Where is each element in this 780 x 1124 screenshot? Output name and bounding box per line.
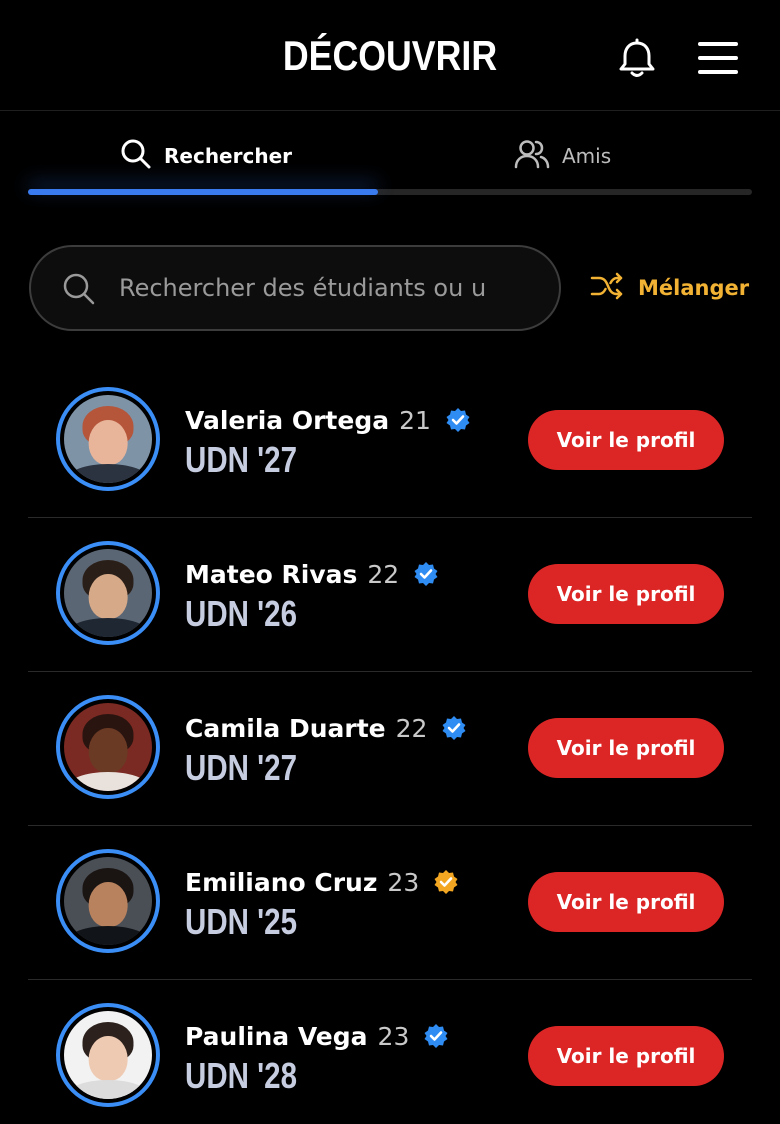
student-name: Mateo Rivas [185, 559, 358, 589]
shuffle-icon [590, 271, 624, 306]
users-icon [514, 138, 550, 175]
tab-active-indicator [28, 189, 378, 195]
student-school: UDN '27 [185, 747, 298, 788]
student-list: Valeria Ortega 21 UDN '27 Voir le profil… [28, 364, 752, 1124]
student-row: Emiliano Cruz 23 UDN '25 Voir le profil [28, 826, 752, 980]
discover-screen: DÉCOUVRIR Rechercher Amis Rechercher des… [0, 0, 780, 1124]
view-profile-button[interactable]: Voir le profil [528, 1026, 724, 1086]
student-age: 23 [387, 867, 420, 897]
verified-badge-icon [441, 715, 467, 741]
verified-badge-icon [445, 407, 471, 433]
search-field[interactable] [29, 245, 561, 331]
student-row: Valeria Ortega 21 UDN '27 Voir le profil [28, 364, 752, 518]
shuffle-button[interactable]: Mélanger [590, 268, 749, 308]
avatar-photo [64, 703, 152, 791]
avatar-photo [64, 1011, 152, 1099]
student-row: Camila Duarte 22 UDN '27 Voir le profil [28, 672, 752, 826]
avatar[interactable] [56, 849, 160, 953]
tab-label: Rechercher [164, 144, 293, 168]
student-age: 21 [399, 405, 431, 435]
avatar[interactable] [56, 1003, 160, 1107]
tab-search[interactable]: Rechercher [120, 134, 292, 178]
student-name: Paulina Vega [185, 1021, 368, 1051]
student-school: UDN '25 [185, 901, 298, 942]
student-school: UDN '28 [185, 1055, 298, 1096]
student-row: Mateo Rivas 22 UDN '26 Voir le profil [28, 518, 752, 672]
view-profile-button[interactable]: Voir le profil [528, 718, 724, 778]
student-age: 23 [377, 1021, 410, 1051]
student-name: Valeria Ortega [185, 405, 390, 435]
student-name: Camila Duarte [185, 713, 386, 743]
student-age: 22 [395, 713, 428, 743]
student-school: UDN '26 [185, 593, 298, 634]
search-icon [120, 138, 152, 175]
student-name-line: Valeria Ortega 21 [185, 403, 471, 437]
avatar[interactable] [56, 541, 160, 645]
student-row: Paulina Vega 23 UDN '28 Voir le profil [28, 980, 752, 1124]
tab-friends[interactable]: Amis [514, 134, 611, 178]
student-name: Emiliano Cruz [185, 867, 378, 897]
avatar-photo [64, 857, 152, 945]
search-input[interactable] [119, 265, 529, 311]
verified-badge-icon [413, 561, 439, 587]
avatar[interactable] [56, 695, 160, 799]
student-school: UDN '27 [185, 439, 298, 480]
student-age: 22 [367, 559, 400, 589]
view-profile-button[interactable]: Voir le profil [528, 872, 724, 932]
student-name-line: Camila Duarte 22 [185, 711, 467, 745]
avatar-photo [64, 395, 152, 483]
avatar-photo [64, 549, 152, 637]
tab-label: Amis [562, 144, 612, 168]
top-bar: DÉCOUVRIR [0, 0, 780, 111]
student-name-line: Paulina Vega 23 [185, 1019, 449, 1053]
view-profile-button[interactable]: Voir le profil [528, 410, 724, 470]
student-name-line: Emiliano Cruz 23 [185, 865, 459, 899]
verified-badge-icon [423, 1023, 449, 1049]
avatar[interactable] [56, 387, 160, 491]
bell-icon[interactable] [617, 38, 657, 80]
verified-badge-icon [433, 869, 459, 895]
hamburger-menu-icon[interactable] [698, 40, 740, 76]
student-name-line: Mateo Rivas 22 [185, 557, 439, 591]
view-profile-button[interactable]: Voir le profil [528, 564, 724, 624]
shuffle-label: Mélanger [638, 276, 750, 300]
search-icon [61, 271, 97, 307]
